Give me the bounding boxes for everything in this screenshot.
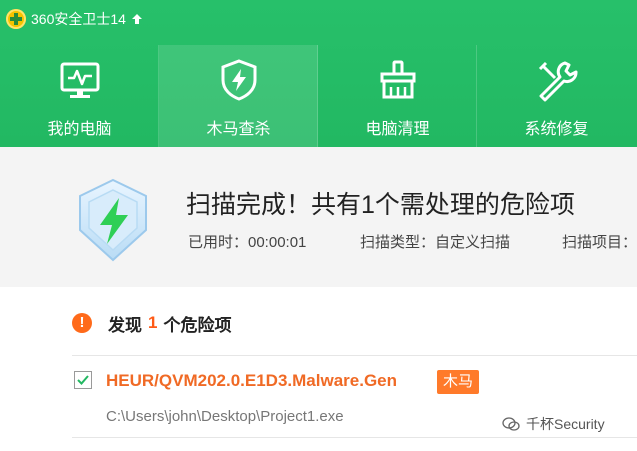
- findings-prefix: 发现: [108, 315, 142, 335]
- tab-system-repair[interactable]: 系统修复: [477, 45, 636, 147]
- tab-my-computer[interactable]: 我的电脑: [0, 45, 159, 147]
- broom-icon: [380, 60, 415, 99]
- title-bar: 360安全卫士14: [6, 8, 143, 30]
- divider: [72, 355, 637, 356]
- upgrade-arrow-icon[interactable]: [131, 13, 143, 25]
- wechat-icon: [502, 417, 520, 431]
- watermark: 千杯Security: [502, 413, 605, 435]
- watermark-text: 千杯Security: [526, 416, 605, 432]
- app-header: 360安全卫士14 我的电脑 木马查杀 电脑清理 系统修复: [0, 0, 637, 147]
- app-title: 360安全卫士14: [31, 11, 126, 27]
- checkmark-icon: [77, 375, 89, 385]
- warning-icon: !: [72, 313, 92, 333]
- threat-name[interactable]: HEUR/QVM202.0.E1D3.Malware.Gen: [106, 371, 397, 391]
- divider: [72, 437, 637, 438]
- monitor-icon: [60, 62, 99, 98]
- tab-cleanup[interactable]: 电脑清理: [318, 45, 477, 147]
- findings-header: ! 发现 1 个危险项: [72, 311, 231, 335]
- findings-suffix: 个危险项: [163, 315, 232, 335]
- elapsed-time: 已用时：00:00:01: [188, 234, 307, 251]
- scan-result-title: 扫描完成！共有1个需处理的危险项: [186, 191, 575, 219]
- tab-trojan-scan[interactable]: 木马查杀: [159, 45, 318, 147]
- tab-label: 系统修复: [524, 121, 589, 138]
- scan-type: 扫描类型：自定义扫描: [360, 234, 511, 251]
- threat-file-path: C:\Users\john\Desktop\Project1.exe: [106, 408, 344, 425]
- findings-count: 1: [148, 313, 158, 332]
- scan-summary: 扫描完成！共有1个需处理的危险项 已用时：00:00:01 扫描类型：自定义扫描…: [0, 147, 637, 287]
- shield-bolt-icon: [221, 59, 256, 101]
- app-logo-icon: [6, 9, 26, 29]
- main-nav: 我的电脑 木马查杀 电脑清理 系统修复: [0, 45, 637, 147]
- threat-checkbox[interactable]: [74, 371, 92, 389]
- tab-label: 木马查杀: [206, 121, 271, 138]
- tab-label: 我的电脑: [47, 121, 112, 138]
- tab-label: 电脑清理: [365, 121, 430, 138]
- threat-type-badge: 木马: [437, 370, 480, 394]
- wrench-icon: [538, 61, 577, 102]
- shield-bolt-icon: [79, 178, 147, 262]
- scan-items: 扫描项目：: [562, 234, 637, 251]
